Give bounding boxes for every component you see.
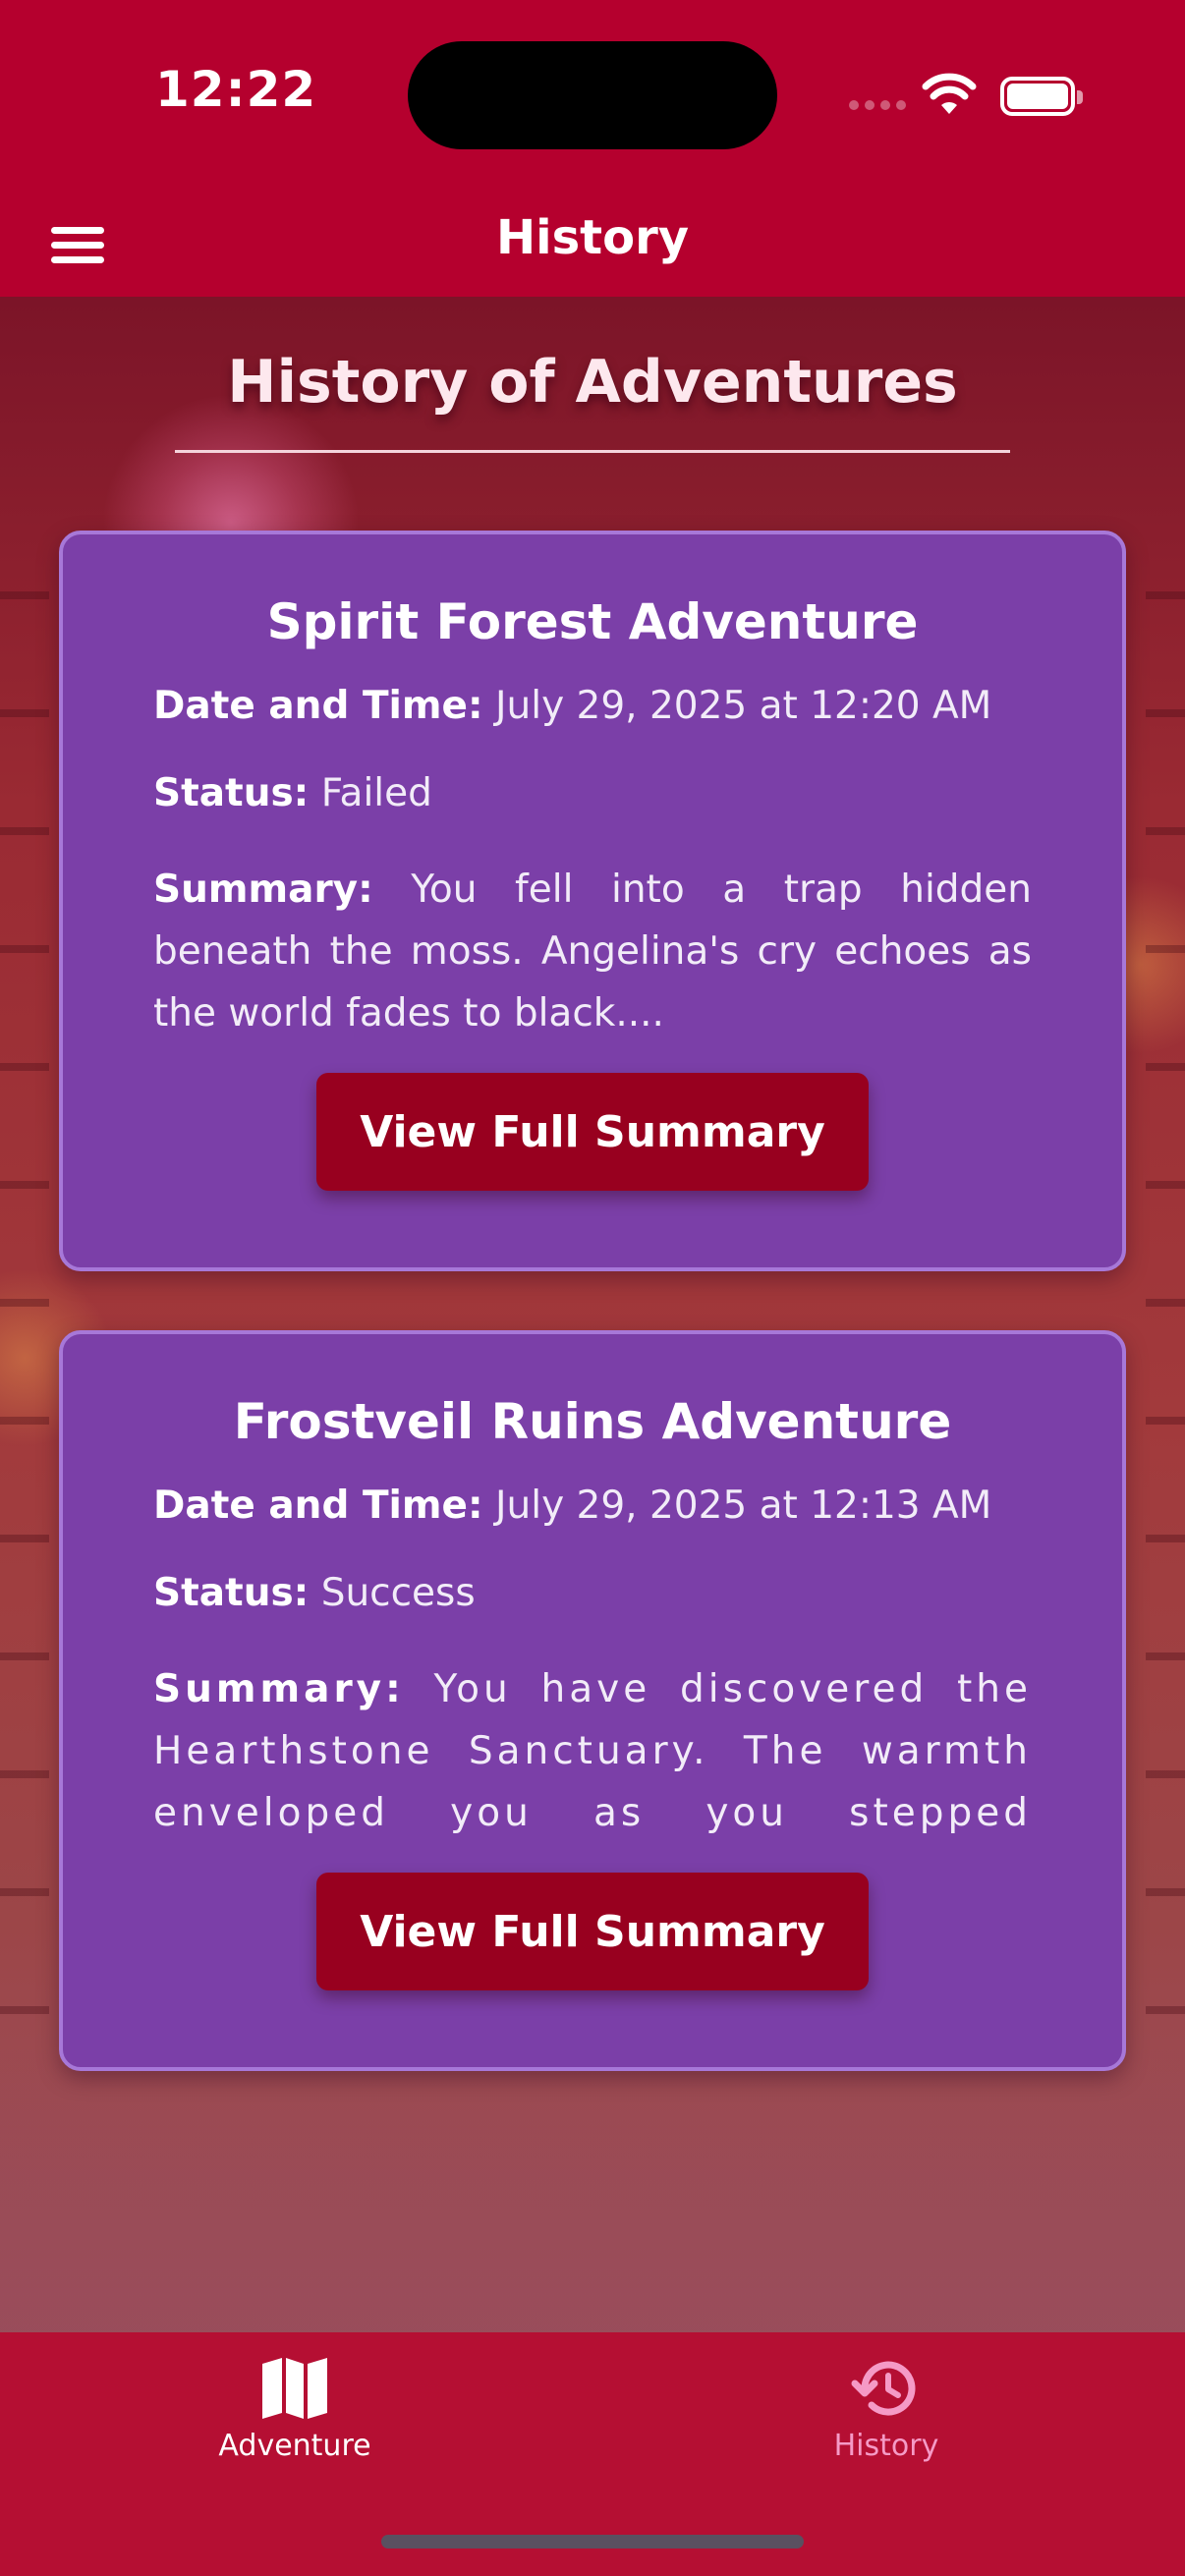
adventure-summary: Summary: You fell into a trap hidden ben… xyxy=(153,868,1032,1036)
header-title: History xyxy=(495,210,690,265)
wifi-icon xyxy=(922,73,977,114)
tab-adventure[interactable]: Adventure xyxy=(147,2356,442,2463)
view-full-summary-button[interactable]: View Full Summary xyxy=(316,1073,869,1191)
tab-history[interactable]: History xyxy=(739,2356,1034,2463)
background-bookshelf-right xyxy=(1146,591,1185,2065)
adventure-title: Frostveil Ruins Adventure xyxy=(233,1393,952,1450)
battery-icon xyxy=(1000,77,1083,116)
adventure-card: Spirit Forest Adventure Date and Time: J… xyxy=(59,531,1126,1271)
adventure-status: Status: Success xyxy=(153,1571,476,1615)
map-icon xyxy=(262,2358,327,2419)
status-bar: 12:22 xyxy=(0,0,1185,196)
page-title: History of Adventures xyxy=(227,348,958,417)
cellular-signal-icon xyxy=(849,100,906,110)
tab-history-label: History xyxy=(833,2429,939,2463)
adventure-card: Frostveil Ruins Adventure Date and Time:… xyxy=(59,1330,1126,2071)
history-icon xyxy=(851,2361,916,2416)
background-bookshelf xyxy=(0,591,49,2065)
home-indicator[interactable] xyxy=(381,2535,804,2548)
adventure-summary: Summary: You have discovered the Hearths… xyxy=(153,1667,1032,1835)
history-content[interactable]: History of Adventures Spirit Forest Adve… xyxy=(0,297,1185,2332)
title-divider xyxy=(175,450,1010,453)
adventure-date: Date and Time: July 29, 2025 at 12:13 AM xyxy=(153,1484,992,1528)
tab-adventure-label: Adventure xyxy=(218,2429,371,2463)
adventure-title: Spirit Forest Adventure xyxy=(266,593,919,650)
status-time: 12:22 xyxy=(155,61,317,118)
adventure-status: Status: Failed xyxy=(153,771,432,815)
adventure-date: Date and Time: July 29, 2025 at 12:20 AM xyxy=(153,684,992,728)
dynamic-island xyxy=(408,41,777,149)
background-desk xyxy=(0,2045,1185,2332)
app-header: History xyxy=(0,196,1185,297)
view-full-summary-button[interactable]: View Full Summary xyxy=(316,1873,869,1990)
